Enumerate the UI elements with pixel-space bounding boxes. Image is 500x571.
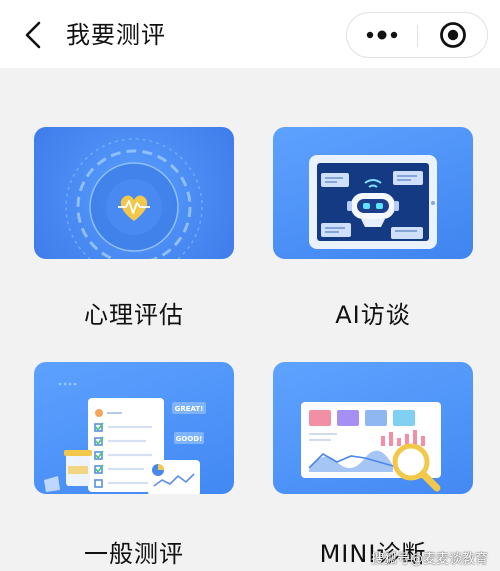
page-title: 我要测评 bbox=[66, 21, 166, 49]
heart-radar-icon bbox=[65, 138, 203, 259]
dashboard-magnifier-icon bbox=[301, 402, 441, 492]
checklist-document-icon: GREAT! GOOD! bbox=[44, 382, 206, 494]
psych-assessment-thumbnail bbox=[34, 127, 234, 259]
mini-diagnosis-thumbnail bbox=[273, 362, 473, 494]
card-mini-diagnosis[interactable]: MINI诊断 bbox=[273, 362, 473, 568]
more-button[interactable] bbox=[347, 13, 417, 57]
ai-interview-thumbnail bbox=[273, 127, 473, 259]
card-label: 一般测评 bbox=[84, 540, 184, 568]
back-button[interactable] bbox=[16, 18, 50, 52]
watermark: 搜狐号@麦麦谈教育 bbox=[370, 552, 488, 567]
close-button[interactable] bbox=[418, 13, 488, 57]
more-dots-icon bbox=[366, 30, 398, 40]
card-psych-assessment[interactable]: 心理评估 bbox=[34, 127, 234, 329]
card-label: 心理评估 bbox=[84, 301, 184, 329]
robot-tablet-icon bbox=[309, 155, 437, 249]
great-text: GREAT! bbox=[175, 405, 204, 413]
card-general-assessment[interactable]: GREAT! GOOD! 一般测评 bbox=[34, 362, 234, 568]
chevron-left-icon bbox=[25, 21, 41, 49]
good-text: GOOD! bbox=[176, 435, 203, 443]
general-assessment-thumbnail: GREAT! GOOD! bbox=[34, 362, 234, 494]
card-ai-interview[interactable]: AI访谈 bbox=[273, 127, 473, 329]
target-close-icon bbox=[440, 22, 466, 48]
card-label: AI访谈 bbox=[335, 301, 411, 329]
navigation-bar: 我要测评 bbox=[0, 0, 500, 68]
mini-program-capsule bbox=[346, 12, 488, 58]
